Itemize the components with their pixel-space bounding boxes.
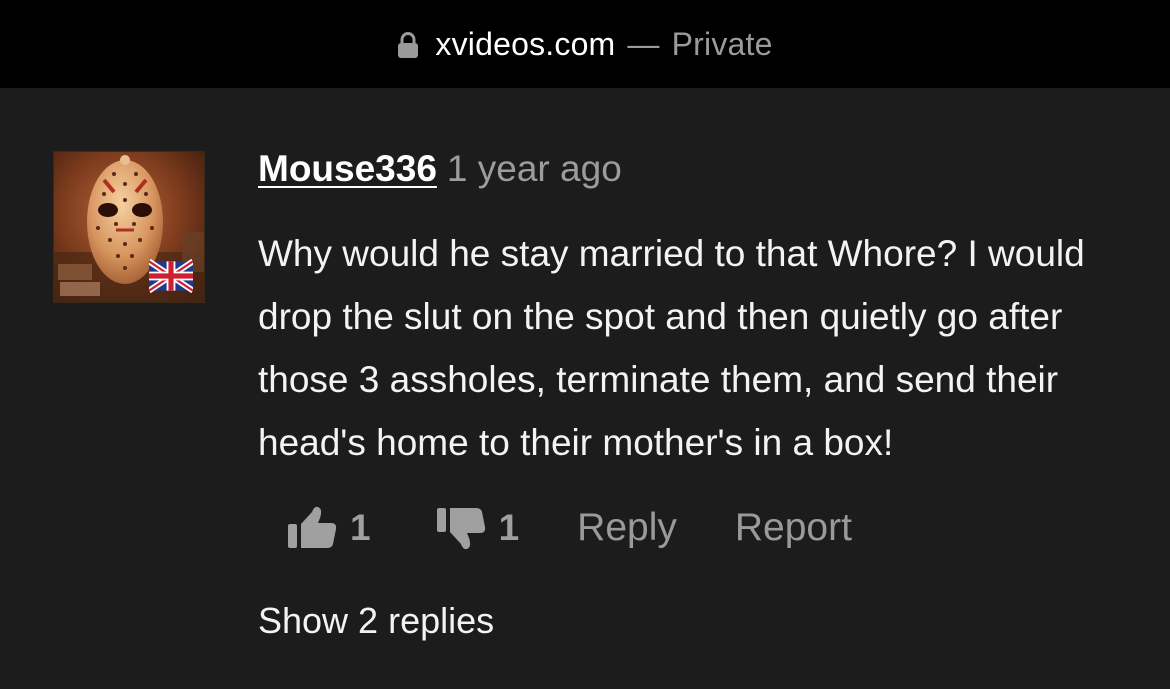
lock-icon	[398, 32, 419, 58]
show-replies-button[interactable]: Show 2 replies	[258, 600, 1118, 642]
thumbs-up-icon	[288, 506, 337, 548]
url-separator: —	[627, 25, 660, 62]
address-display[interactable]: xvideos.com — Private	[397, 26, 772, 63]
downvote-count: 1	[498, 507, 520, 548]
comment-timestamp: 1 year ago	[446, 148, 622, 189]
comment-header: Mouse336 1 year ago	[258, 148, 1118, 191]
comment-actions: 1 1 Reply Report	[288, 498, 1118, 558]
downvote-button[interactable]: 1	[436, 504, 520, 552]
avatar[interactable]	[53, 151, 205, 303]
uk-flag-icon	[149, 259, 193, 293]
upvote-button[interactable]: 1	[288, 504, 371, 552]
url-domain: xvideos.com	[435, 25, 616, 62]
reply-button[interactable]: Reply	[577, 506, 677, 550]
comment-body: Mouse336 1 year ago Why would he stay mar…	[258, 148, 1118, 642]
report-button[interactable]: Report	[735, 506, 852, 550]
browser-address-bar[interactable]: xvideos.com — Private	[0, 0, 1170, 88]
upvote-count: 1	[350, 507, 371, 548]
comment-text: Why would he stay married to that Whore?…	[258, 233, 1085, 463]
thumbs-down-icon	[436, 508, 485, 550]
private-mode-label: Private	[671, 25, 773, 62]
username-link[interactable]: Mouse336	[258, 148, 437, 189]
